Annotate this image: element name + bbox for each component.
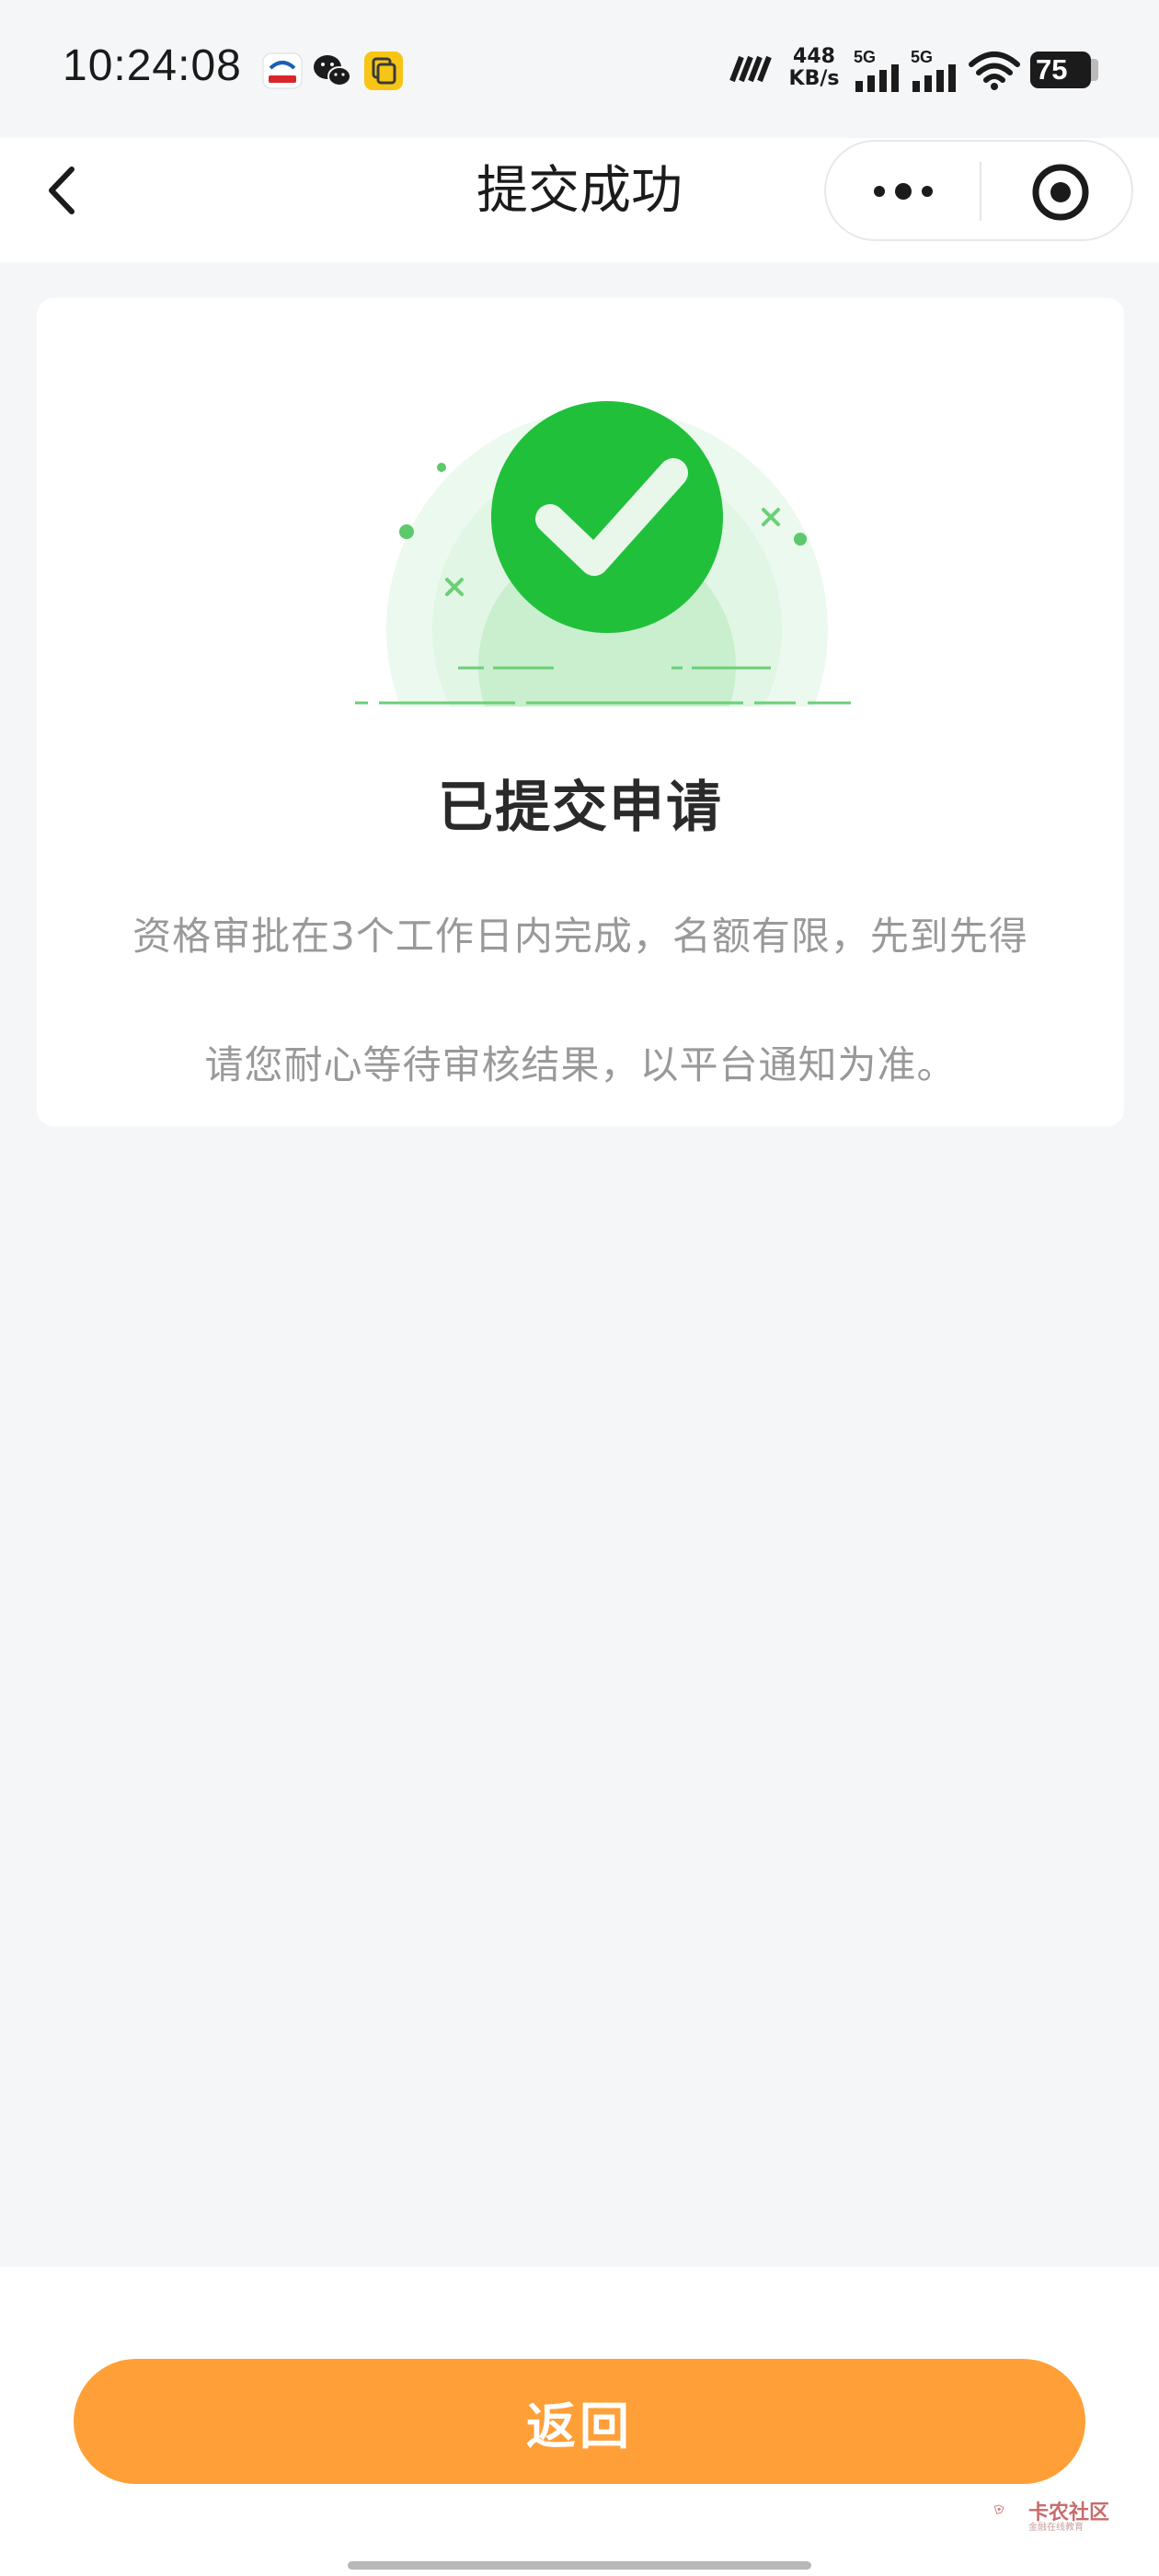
hd-signal-icon [729,55,772,83]
signal-5g-icon: 5G [854,48,899,92]
capsule-divider [980,162,981,221]
success-check-icon [322,401,892,730]
mini-program-capsule [824,140,1133,241]
result-description-line-1: 资格审批在3个工作日内完成，名额有限，先到先得 [132,914,1028,959]
battery-tip [1091,59,1098,81]
watermark-logo-icon [993,2504,1004,2514]
return-button[interactable]: 返回 [74,2359,1085,2484]
railway-app-icon [262,52,303,89]
more-dots-icon[interactable] [870,173,936,210]
wechat-icon [314,55,351,86]
svg-text:5G: 5G [854,48,876,66]
svg-text:5G: 5G [911,48,933,66]
signal-5g-2-icon: 5G [911,48,956,92]
result-title: 已提交申请 [438,776,723,840]
result-description-line-2: 请您耐心等待审核结果，以平台通知为准。 [204,1042,957,1087]
watermark-subtext: 金融在线教育 [1028,2523,1084,2533]
home-indicator[interactable] [348,2561,811,2570]
net-speed: 448 KB/s [788,45,840,90]
status-bar: 10:24:08 448 KB/s 5G 5G 75 [0,0,1159,138]
battery-indicator: 75 [1030,52,1091,88]
target-close-icon[interactable] [1030,162,1091,223]
result-card: 已提交申请 资格审批在3个工作日内完成，名额有限，先到先得 请您耐心等待审核结果… [37,298,1124,1126]
clipboard-app-icon [364,52,403,90]
status-time: 10:24:08 [63,41,242,90]
wifi-icon [969,52,1020,90]
